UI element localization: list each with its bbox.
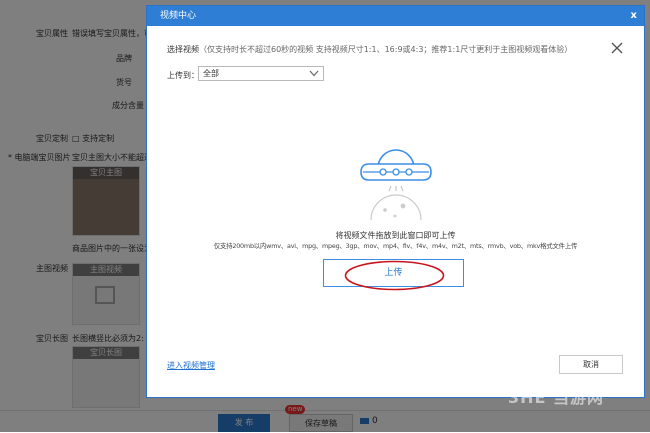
- upload-folder-value: 全部: [203, 69, 219, 78]
- video-center-dialog: 视频中心 x 选择视频（仅支持时长不超过60秒的视频 支持视频尺寸1:1、16:…: [146, 5, 645, 398]
- dialog-header: 视频中心 x: [147, 6, 644, 26]
- highlight-ellipse: [344, 260, 445, 291]
- chevron-down-icon: [309, 70, 319, 77]
- close-icon[interactable]: [610, 41, 624, 55]
- section-title: 选择视频: [167, 45, 199, 54]
- dialog-title: 视频中心: [160, 11, 197, 21]
- drag-drop-hint: 将视频文件拖放到此窗口即可上传: [335, 231, 456, 240]
- site-watermark: 3HE 当游网: [508, 388, 605, 407]
- select-video-heading: 选择视频（仅支持时长不超过60秒的视频 支持视频尺寸1:1、16:9或4:3；推…: [167, 44, 572, 55]
- section-note: （仅支持时长不超过60秒的视频 支持视频尺寸1:1、16:9或4:3；推荐1:1…: [199, 45, 573, 54]
- ufo-upload-icon: [360, 149, 432, 220]
- cancel-button[interactable]: 取消: [559, 355, 623, 374]
- dialog-close-button[interactable]: x: [631, 6, 637, 26]
- video-management-link[interactable]: 进入视频管理: [167, 360, 215, 371]
- supported-formats-hint: 仅支持200mb以内wmv、avi、mpg、mpeg、3gp、mov、mp4、f…: [213, 242, 578, 250]
- upload-folder-select[interactable]: 全部: [198, 66, 324, 81]
- upload-to-label: 上传到：: [167, 71, 199, 80]
